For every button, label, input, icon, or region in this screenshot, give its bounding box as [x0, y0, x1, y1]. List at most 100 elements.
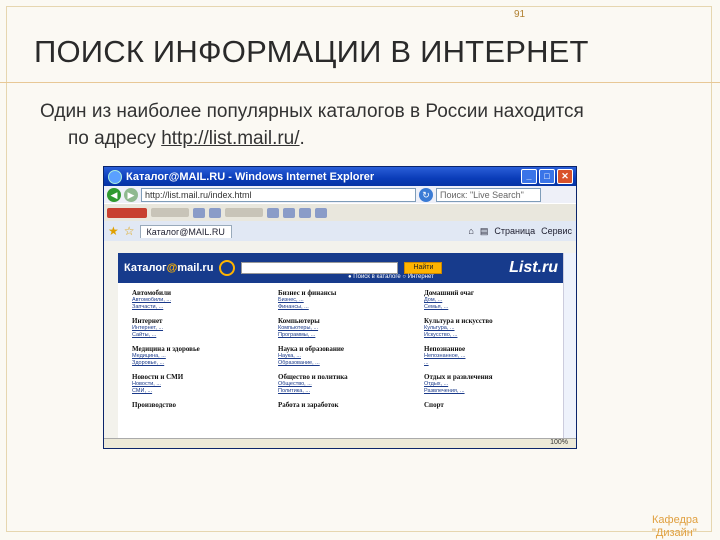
category-block: Бизнес и финансы Бизнес, ... Финансы, ... — [278, 289, 410, 311]
ie-icon — [108, 169, 122, 184]
category-heading[interactable]: Домашний очаг — [424, 289, 556, 297]
subcategory-link[interactable]: Сайты, ... — [132, 332, 264, 339]
category-block: Отдых и развлечения Отдых, ... Развлечения… — [424, 373, 556, 395]
category-heading[interactable]: Производство — [132, 401, 264, 409]
category-heading[interactable]: Компьютеры — [278, 317, 410, 325]
category-block: Производство — [132, 401, 264, 409]
add-favorites-icon[interactable]: ☆ — [124, 224, 135, 238]
radio-catalog[interactable]: Поиск в каталоге — [353, 274, 400, 280]
subcategory-link[interactable]: Медицина, ... — [132, 353, 264, 360]
category-heading[interactable]: Медицина и здоровье — [132, 345, 264, 353]
status-bar: 100% — [104, 438, 576, 448]
toolbar — [104, 203, 576, 221]
subcategory-link[interactable]: Непознанное, ... — [424, 353, 556, 360]
catalog-link[interactable]: http://list.mail.ru/ — [161, 128, 299, 149]
category-block: Общество и политика Общество, ... Политика… — [278, 373, 410, 395]
maximize-icon[interactable]: □ — [539, 169, 555, 184]
category-heading[interactable]: Автомобили — [132, 289, 264, 297]
category-heading[interactable]: Наука и образование — [278, 345, 410, 353]
subcategory-link[interactable]: Развлечения, ... — [424, 388, 556, 395]
home-icon[interactable]: ⌂ — [468, 226, 473, 237]
tab-row: ★ ☆ Каталог@MAIL.RU ⌂ ▤ Страница Сервис — [104, 221, 576, 241]
tools-menu[interactable]: Сервис — [541, 226, 572, 237]
body-line-1: Один из наиболее популярных каталогов в … — [40, 101, 584, 122]
category-heading[interactable]: Общество и политика — [278, 373, 410, 381]
category-heading[interactable]: Бизнес и финансы — [278, 289, 410, 297]
back-icon[interactable]: ◀ — [107, 187, 121, 202]
subcategory-link[interactable]: Семья, ... — [424, 304, 556, 311]
subcategory-link[interactable]: Новости, ... — [132, 381, 264, 388]
print-icon[interactable]: ▤ — [480, 226, 489, 237]
favorites-star-icon[interactable]: ★ — [108, 224, 119, 238]
footer-line-1: Кафедра — [652, 514, 699, 526]
subcategory-link[interactable]: Компьютеры, ... — [278, 325, 410, 332]
toolbar-icon[interactable] — [299, 207, 311, 218]
scrollbar[interactable] — [563, 253, 576, 438]
subcategory-link[interactable]: Общество, ... — [278, 381, 410, 388]
close-icon[interactable]: ✕ — [557, 169, 573, 184]
subcategory-link[interactable]: Автомобили, ... — [132, 297, 264, 304]
subcategory-link[interactable]: Здоровье, ... — [132, 360, 264, 367]
toolbar-icon[interactable] — [267, 207, 279, 218]
page-content: Каталог@mail.ru Найти List.ru ● Поиск в … — [118, 253, 564, 438]
category-heading[interactable]: Культура и искусство — [424, 317, 556, 325]
toolbar-icon[interactable] — [283, 207, 295, 218]
address-bar[interactable]: http://list.mail.ru/index.html — [141, 187, 416, 202]
category-heading[interactable]: Интернет — [132, 317, 264, 325]
toolbar-field-icon[interactable] — [225, 208, 263, 217]
toolbar-logo-icon[interactable] — [107, 207, 147, 218]
subcategory-link[interactable]: Интернет, ... — [132, 325, 264, 332]
subcategory-link[interactable]: Политика, ... — [278, 388, 410, 395]
brand-at: @ — [166, 262, 178, 274]
category-heading[interactable]: Новости и СМИ — [132, 373, 264, 381]
site-search-button[interactable]: Найти — [404, 262, 443, 274]
subcategory-link[interactable]: Образование, ... — [278, 360, 410, 367]
subcategory-link[interactable]: СМИ, ... — [132, 388, 264, 395]
site-search-input[interactable] — [241, 262, 399, 274]
forward-icon[interactable]: ▶ — [124, 187, 138, 202]
search-input[interactable]: Поиск: "Live Search" — [436, 187, 541, 202]
magnifier-icon — [219, 260, 236, 276]
toolbar-field-icon[interactable] — [151, 208, 189, 217]
subcategory-link[interactable]: Финансы, ... — [278, 304, 410, 311]
subcategory-link[interactable]: Программы, ... — [278, 332, 410, 339]
body-line-2-suffix: . — [299, 128, 305, 149]
subcategory-link[interactable]: Бизнес, ... — [278, 297, 410, 304]
body-line-2-prefix: по адресу — [68, 128, 162, 149]
page-menu[interactable]: Страница — [494, 226, 535, 237]
category-heading[interactable]: Работа и заработок — [278, 401, 410, 409]
category-block: Компьютеры Компьютеры, ... Программы, ... — [278, 317, 410, 339]
title-rule — [0, 82, 720, 83]
category-heading[interactable]: Непознанное — [424, 345, 556, 353]
list-ru-logo[interactable]: List.ru — [509, 259, 558, 277]
category-block: Наука и образование Наука, ... Образование… — [278, 345, 410, 367]
subcategory-link[interactable]: Отдых, ... — [424, 381, 556, 388]
tab-catalog[interactable]: Каталог@MAIL.RU — [139, 224, 232, 238]
subcategory-link[interactable]: Дом, ... — [424, 297, 556, 304]
refresh-icon[interactable]: ↻ — [419, 187, 433, 202]
site-brand[interactable]: Каталог@mail.ru — [124, 262, 213, 274]
minimize-icon[interactable]: _ — [521, 169, 537, 184]
subcategory-link[interactable]: ... — [424, 360, 556, 367]
toolbar-icon[interactable] — [193, 207, 205, 218]
browser-screenshot: Каталог@MAIL.RU - Windows Internet Explo… — [103, 166, 577, 449]
category-block: Автомобили Автомобили, ... Запчасти, ... — [132, 289, 264, 311]
window-buttons: _ □ ✕ — [521, 169, 576, 184]
subcategory-link[interactable]: Искусство, ... — [424, 332, 556, 339]
category-block: Непознанное Непознанное, ...... — [424, 345, 556, 367]
category-heading[interactable]: Отдых и развлечения — [424, 373, 556, 381]
subcategory-link[interactable]: Наука, ... — [278, 353, 410, 360]
subcategory-link[interactable]: Запчасти, ... — [132, 304, 264, 311]
toolbar-icon[interactable] — [209, 207, 221, 218]
category-block: Домашний очаг Дом, ... Семья, ... — [424, 289, 556, 311]
toolbar-icon[interactable] — [315, 207, 327, 218]
footer-line-2: "Дизайн" — [652, 527, 697, 539]
subcategory-link[interactable]: Культура, ... — [424, 325, 556, 332]
category-heading[interactable]: Спорт — [424, 401, 556, 409]
address-row: ◀ ▶ http://list.mail.ru/index.html ↻ Пои… — [104, 186, 576, 203]
window-title: Каталог@MAIL.RU - Windows Internet Explo… — [126, 170, 375, 183]
category-block: Культура и искусство Культура, ... Искусст… — [424, 317, 556, 339]
zoom-level[interactable]: 100% — [550, 439, 568, 446]
radio-internet[interactable]: Интернет — [408, 274, 434, 280]
search-scope: ● Поиск в каталоге ○ Интернет — [348, 274, 434, 280]
